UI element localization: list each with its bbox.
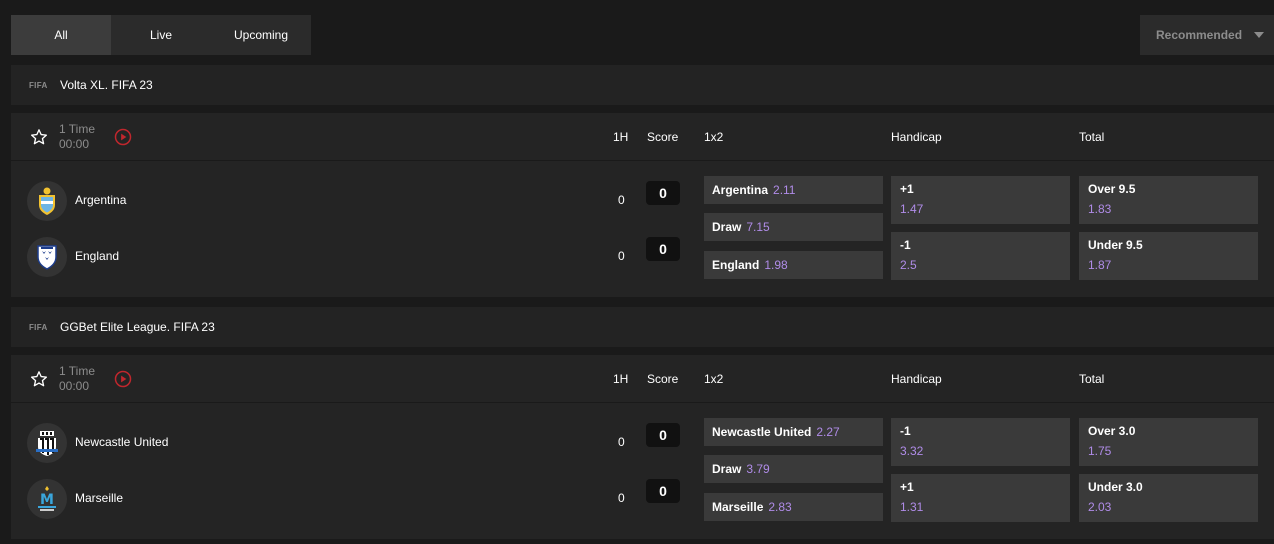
column-1x2: 1x2 [704, 372, 724, 386]
league-header[interactable]: FIFA GGBet Elite League. FIFA 23 [11, 307, 1274, 347]
league-tag: FIFA [29, 80, 48, 90]
column-1x2: 1x2 [704, 130, 724, 144]
odd-away-win[interactable]: England 1.98 [704, 251, 883, 279]
odd-total-under[interactable]: Under 3.0 2.03 [1079, 474, 1258, 522]
away-team-name: England [75, 249, 120, 263]
league-tag: FIFA [29, 322, 48, 332]
home-team-name: Argentina [75, 193, 127, 207]
home-score: 0 [646, 181, 680, 205]
column-total: Total [1079, 372, 1105, 386]
tab-upcoming[interactable]: Upcoming [211, 15, 311, 55]
match-body: Argentina 0 0 0 England 0 Argentina 2.11 … [11, 161, 1274, 297]
star-icon[interactable] [30, 370, 48, 388]
odd-handicap-1[interactable]: +1 1.47 [891, 176, 1070, 224]
home-1h-score: 0 [618, 193, 625, 207]
tab-live[interactable]: Live [111, 15, 211, 55]
home-team-name: Newcastle United [75, 435, 169, 449]
argentina-crest-icon [27, 181, 67, 221]
odd-handicap-2[interactable]: -1 2.5 [891, 232, 1070, 280]
league-name: GGBet Elite League. FIFA 23 [60, 320, 215, 334]
odd-draw[interactable]: Draw 7.15 [704, 213, 883, 241]
sort-label: Recommended [1156, 28, 1243, 42]
newcastle-crest-icon [27, 423, 67, 463]
match-header: 1 Time 00:00 1H Score 1x2 Handicap Total [11, 355, 1274, 403]
odd-handicap-1[interactable]: -1 3.32 [891, 418, 1070, 466]
column-handicap: Handicap [891, 130, 942, 144]
filter-tabs: All Live Upcoming [11, 15, 311, 55]
match-period: 1 Time [59, 364, 96, 378]
odd-home-win[interactable]: Newcastle United 2.27 [704, 418, 883, 446]
away-score: 0 [646, 237, 680, 261]
tab-all[interactable]: All [11, 15, 111, 55]
odd-total-over[interactable]: Over 9.5 1.83 [1079, 176, 1258, 224]
odd-handicap-2[interactable]: +1 1.31 [891, 474, 1070, 522]
england-crest-icon [27, 237, 67, 277]
live-stream-icon[interactable] [114, 370, 132, 388]
odd-total-over[interactable]: Over 3.0 1.75 [1079, 418, 1258, 466]
odd-total-under[interactable]: Under 9.5 1.87 [1079, 232, 1258, 280]
odd-draw[interactable]: Draw 3.79 [704, 455, 883, 483]
column-handicap: Handicap [891, 372, 942, 386]
column-1h: 1H [613, 372, 629, 386]
away-score: 0 [646, 479, 680, 503]
match-period: 1 Time [59, 122, 96, 136]
match-card: 1 Time 00:00 1H Score 1x2 Handicap Total… [11, 355, 1274, 539]
match-header: 1 Time 00:00 1H Score 1x2 Handicap Total [11, 113, 1274, 161]
match-body: Newcastle United 0 0 M Marseille 0 0 New… [11, 403, 1274, 539]
odd-away-win[interactable]: Marseille 2.83 [704, 493, 883, 521]
chevron-down-icon [1254, 32, 1265, 38]
match-card: 1 Time 00:00 1H Score 1x2 Handicap Total… [11, 113, 1274, 297]
column-score: Score [647, 130, 679, 144]
away-1h-score: 0 [618, 491, 625, 505]
column-1h: 1H [613, 130, 629, 144]
star-icon[interactable] [30, 128, 48, 146]
sort-dropdown[interactable]: Recommended [1140, 15, 1274, 55]
match-clock: 00:00 [59, 137, 90, 151]
home-1h-score: 0 [618, 435, 625, 449]
league-name: Volta XL. FIFA 23 [60, 78, 153, 92]
marseille-crest-icon: M [27, 479, 67, 519]
column-total: Total [1079, 130, 1105, 144]
column-score: Score [647, 372, 679, 386]
away-1h-score: 0 [618, 249, 625, 263]
live-stream-icon[interactable] [114, 128, 132, 146]
odd-home-win[interactable]: Argentina 2.11 [704, 176, 883, 204]
match-clock: 00:00 [59, 379, 90, 393]
league-header[interactable]: FIFA Volta XL. FIFA 23 [11, 65, 1274, 105]
home-score: 0 [646, 423, 680, 447]
away-team-name: Marseille [75, 491, 124, 505]
svg-text:M: M [40, 492, 54, 508]
